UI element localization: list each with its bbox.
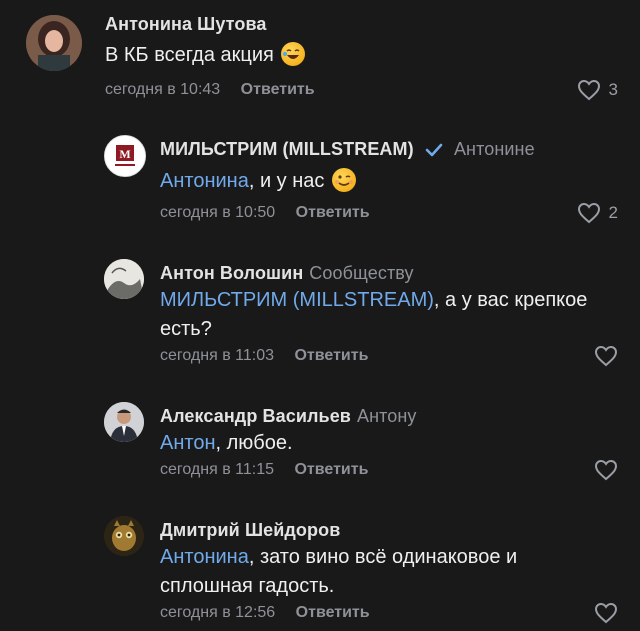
reply-to-label[interactable]: Сообществу (309, 263, 413, 283)
verified-icon (425, 143, 443, 157)
comment-text: Антонина, и у нас (160, 167, 356, 196)
author-name[interactable]: Антонина Шутова (105, 14, 267, 35)
heart-icon[interactable] (594, 602, 618, 624)
comment-text: Антонина, зато вино всё одинаковое и спл… (160, 543, 600, 601)
reply-button[interactable]: Ответить (241, 81, 315, 98)
heart-icon[interactable] (594, 345, 618, 367)
like-count: 2 (608, 203, 618, 222)
author-name[interactable]: Дмитрий Шейдоров (160, 520, 340, 541)
comment-body: , любое. (215, 432, 293, 454)
author-name[interactable]: МИЛЬСТРИМ (MILLSTREAM) Антонине (160, 139, 535, 160)
avatar[interactable]: M (104, 135, 146, 177)
comment-meta: сегодня в 11:03 Ответить (160, 347, 368, 365)
mention-link[interactable]: Антон (160, 432, 216, 454)
avatar[interactable] (104, 259, 144, 299)
heart-icon[interactable] (577, 202, 601, 224)
timestamp: сегодня в 10:43 (105, 81, 221, 98)
avatar[interactable] (104, 402, 144, 442)
rofl-emoji (281, 42, 306, 66)
like-button[interactable] (594, 345, 618, 367)
heart-icon[interactable] (577, 79, 601, 101)
reply-to-label[interactable]: Антону (357, 406, 417, 426)
author-name-text[interactable]: МИЛЬСТРИМ (MILLSTREAM) (160, 139, 414, 159)
heart-icon[interactable] (594, 459, 618, 481)
like-button[interactable] (594, 602, 618, 624)
reply-button[interactable]: Ответить (294, 347, 368, 364)
timestamp: сегодня в 10:50 (160, 204, 276, 221)
svg-text:M: M (119, 147, 130, 161)
like-button[interactable]: 2 (577, 202, 618, 224)
reply-to-label[interactable]: Антонине (454, 139, 535, 159)
like-button[interactable] (594, 459, 618, 481)
comment-meta: сегодня в 11:15 Ответить (160, 461, 368, 479)
author-name[interactable]: Антон Волошин Сообществу (160, 263, 414, 284)
timestamp: сегодня в 11:15 (160, 461, 275, 478)
like-button[interactable]: 3 (577, 79, 618, 101)
comment-body: В КБ всегда акция (105, 44, 274, 66)
comment-body: , и у нас (248, 170, 325, 192)
avatar[interactable] (104, 516, 144, 556)
author-name-text[interactable]: Александр Васильев (160, 406, 351, 426)
comment-meta: сегодня в 10:43 Ответить (105, 81, 315, 99)
reply-button[interactable]: Ответить (296, 604, 370, 621)
mention-link[interactable]: МИЛЬСТРИМ (MILLSTREAM) (160, 289, 434, 311)
reply-button[interactable]: Ответить (294, 461, 368, 478)
timestamp: сегодня в 12:56 (160, 604, 276, 621)
mention-link[interactable]: Антонина (160, 170, 249, 192)
reply-button[interactable]: Ответить (296, 204, 370, 221)
mention-link[interactable]: Антонина (160, 546, 249, 568)
timestamp: сегодня в 11:03 (160, 347, 275, 364)
comment-text: В КБ всегда акция (105, 41, 306, 70)
author-name-text[interactable]: Антонина Шутова (105, 14, 267, 34)
wink-emoji (331, 168, 356, 192)
comment-meta: сегодня в 10:50 Ответить (160, 204, 370, 222)
comment-text: Антон, любое. (160, 429, 293, 458)
avatar[interactable] (26, 15, 82, 71)
like-count: 3 (608, 80, 618, 99)
comment-text: МИЛЬСТРИМ (MILLSTREAM), а у вас крепкое … (160, 286, 620, 344)
comment-meta: сегодня в 12:56 Ответить (160, 604, 370, 622)
author-name[interactable]: Александр Васильев Антону (160, 406, 417, 427)
author-name-text[interactable]: Дмитрий Шейдоров (160, 520, 340, 540)
author-name-text[interactable]: Антон Волошин (160, 263, 303, 283)
